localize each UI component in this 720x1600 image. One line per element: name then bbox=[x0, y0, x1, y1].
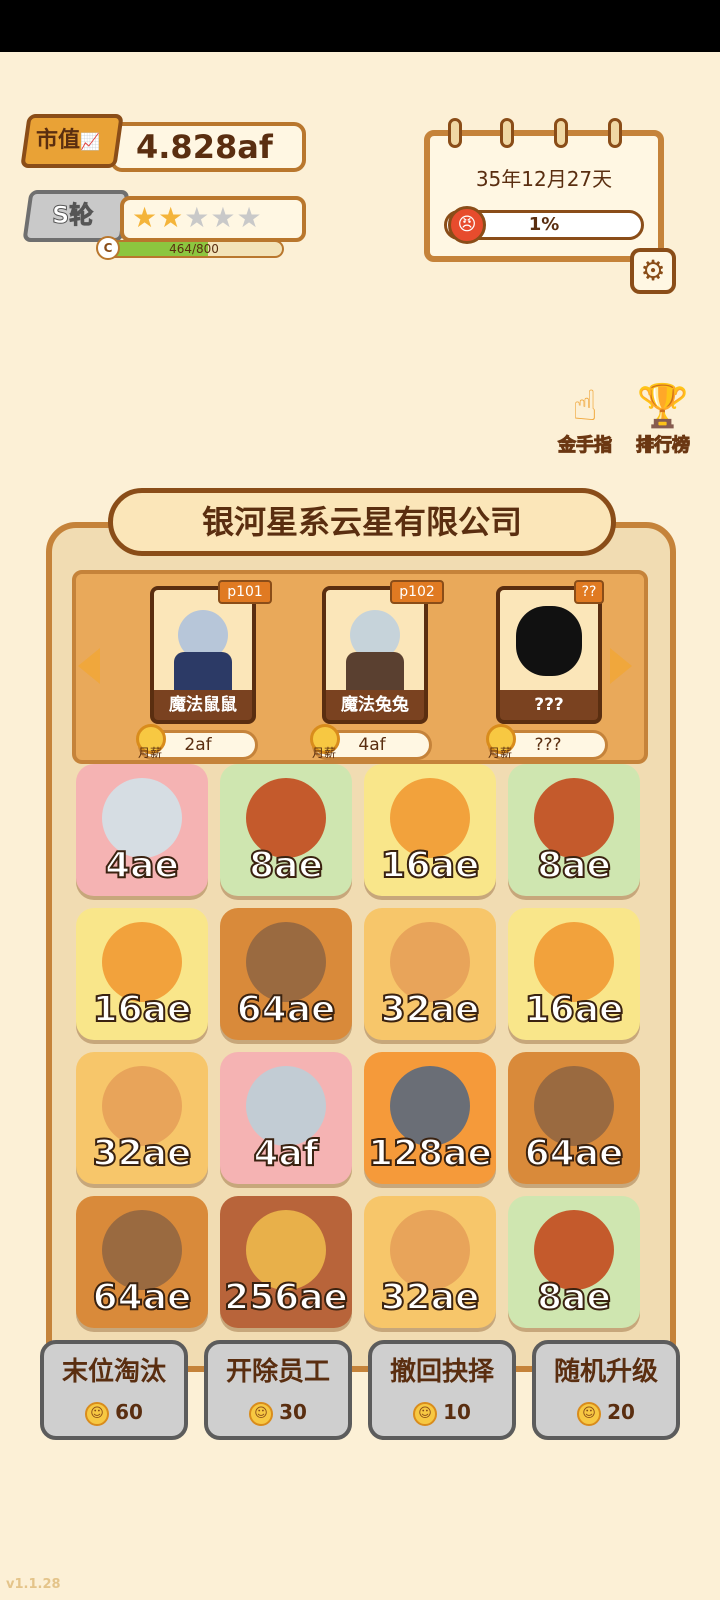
employee-tile[interactable]: 16ae bbox=[508, 908, 640, 1040]
employee-tile[interactable]: 8ae bbox=[508, 764, 640, 896]
employee-tile-value: 32ae bbox=[380, 989, 481, 1031]
employee-tile[interactable]: 64ae bbox=[76, 1196, 208, 1328]
salary-label: 月薪 bbox=[138, 746, 163, 760]
leaderboard-label: 排行榜 bbox=[636, 435, 691, 457]
employee-tile[interactable]: 4af bbox=[220, 1052, 352, 1184]
hire-card-name: 魔法鼠鼠 bbox=[169, 695, 237, 715]
status-bar bbox=[0, 0, 720, 52]
action-button-fire-employee[interactable]: 开除员工 ☺ 30 bbox=[204, 1340, 352, 1440]
calendar-ring bbox=[608, 118, 622, 148]
employee-tile-value: 8ae bbox=[248, 845, 324, 887]
rabbit-portrait-icon bbox=[326, 590, 424, 690]
action-label: 开除员工 bbox=[225, 1357, 330, 1387]
employee-tile-value: 16ae bbox=[380, 845, 481, 887]
employee-tile-value: 32ae bbox=[92, 1133, 193, 1175]
golden-finger-button[interactable]: ☝ 金手指 bbox=[550, 378, 620, 458]
action-label: 随机升级 bbox=[553, 1357, 658, 1387]
calendar-ring bbox=[448, 118, 462, 148]
smile-coin-icon: ☺ bbox=[413, 1401, 438, 1426]
employee-tile[interactable]: 32ae bbox=[364, 1196, 496, 1328]
star-icon: ★ bbox=[184, 201, 211, 234]
employee-tile-value: 64ae bbox=[236, 989, 337, 1031]
leaderboard-button[interactable]: 🏆 排行榜 bbox=[628, 378, 698, 458]
employee-tile[interactable]: 128ae bbox=[364, 1052, 496, 1184]
action-cost: ☺ 10 bbox=[372, 1398, 512, 1426]
employee-tile-value: 64ae bbox=[92, 1277, 193, 1319]
employee-tile[interactable]: 8ae bbox=[220, 764, 352, 896]
hire-card[interactable]: 魔法兔兔 bbox=[322, 586, 428, 724]
golden-finger-label: 金手指 bbox=[558, 435, 613, 457]
hire-card-tag: p101 bbox=[218, 580, 272, 604]
company-name: 银河星系云星有限公司 bbox=[201, 503, 522, 541]
employee-tile[interactable]: 8ae bbox=[508, 1196, 640, 1328]
xp-text: 464/800 bbox=[169, 242, 219, 256]
pointing-hand-icon: ☝ bbox=[572, 381, 598, 430]
employee-tile-value: 32ae bbox=[380, 1277, 481, 1319]
employee-tile[interactable]: 16ae bbox=[76, 908, 208, 1040]
employee-tile-value: 64ae bbox=[524, 1133, 625, 1175]
hire-card-tag: p102 bbox=[390, 580, 444, 604]
smile-coin-icon: ☺ bbox=[85, 1401, 110, 1426]
version-label: v1.1.28 bbox=[6, 1577, 61, 1592]
market-value-label: 市值📈 bbox=[36, 128, 100, 153]
hire-card[interactable]: ??? bbox=[496, 586, 602, 724]
xp-badge: C bbox=[96, 236, 120, 260]
hire-card[interactable]: 魔法鼠鼠 bbox=[150, 586, 256, 724]
action-cost: ☺ 60 bbox=[44, 1398, 184, 1426]
hire-card-tag: ?? bbox=[574, 580, 604, 604]
employee-tile[interactable]: 4ae bbox=[76, 764, 208, 896]
salary-label: 月薪 bbox=[312, 746, 337, 760]
employee-tile-value: 4af bbox=[252, 1133, 319, 1175]
hire-card-name: 魔法兔兔 bbox=[341, 695, 409, 715]
employee-tile-value: 8ae bbox=[536, 1277, 612, 1319]
star-icon: ★ bbox=[236, 201, 263, 234]
star-rating: ★★★★★ bbox=[132, 198, 263, 238]
trophy-icon: 🏆 bbox=[636, 381, 690, 430]
calendar-ring bbox=[554, 118, 568, 148]
calendar-date: 35年12月27天 bbox=[475, 167, 613, 191]
calendar-ring bbox=[500, 118, 514, 148]
employee-tile-value: 8ae bbox=[536, 845, 612, 887]
hire-card-name: ??? bbox=[534, 695, 564, 715]
employee-tile[interactable]: 32ae bbox=[76, 1052, 208, 1184]
action-button-undo-choice[interactable]: 撤回抉择 ☺ 10 bbox=[368, 1340, 516, 1440]
employee-tile-value: 128ae bbox=[367, 1133, 493, 1175]
action-button-random-upgrade[interactable]: 随机升级 ☺ 20 bbox=[532, 1340, 680, 1440]
employee-tile[interactable]: 16ae bbox=[364, 764, 496, 896]
action-label: 撤回抉择 bbox=[389, 1357, 494, 1387]
employee-tile[interactable]: 256ae bbox=[220, 1196, 352, 1328]
settings-gear-icon[interactable]: ⚙ bbox=[630, 248, 676, 294]
employee-tile[interactable]: 64ae bbox=[508, 1052, 640, 1184]
action-button-eliminate-last[interactable]: 末位淘汰 ☺ 60 bbox=[40, 1340, 188, 1440]
action-cost: ☺ 20 bbox=[536, 1398, 676, 1426]
right-arrow-icon[interactable] bbox=[610, 648, 632, 684]
employee-tile[interactable]: 64ae bbox=[220, 908, 352, 1040]
star-icon: ★ bbox=[158, 201, 185, 234]
mouse-portrait-icon bbox=[154, 590, 252, 690]
chart-up-icon: 📈 bbox=[80, 132, 100, 151]
market-value: 4.828af bbox=[136, 128, 273, 166]
round-label: S轮 bbox=[51, 201, 94, 230]
employee-tile-value: 256ae bbox=[223, 1277, 349, 1319]
smile-coin-icon: ☺ bbox=[249, 1401, 274, 1426]
employee-tile-value: 16ae bbox=[92, 989, 193, 1031]
star-icon: ★ bbox=[210, 201, 237, 234]
salary-label: 月薪 bbox=[488, 746, 513, 760]
angry-face-icon: 😠 bbox=[448, 206, 486, 244]
left-arrow-icon[interactable] bbox=[78, 648, 100, 684]
employee-tile-value: 4ae bbox=[104, 845, 180, 887]
unknown-silhouette-icon bbox=[500, 590, 598, 690]
employee-tile[interactable]: 32ae bbox=[364, 908, 496, 1040]
employee-tile-value: 16ae bbox=[524, 989, 625, 1031]
smile-coin-icon: ☺ bbox=[577, 1401, 602, 1426]
action-cost: ☺ 30 bbox=[208, 1398, 348, 1426]
action-label: 末位淘汰 bbox=[61, 1357, 166, 1387]
star-icon: ★ bbox=[132, 201, 159, 234]
